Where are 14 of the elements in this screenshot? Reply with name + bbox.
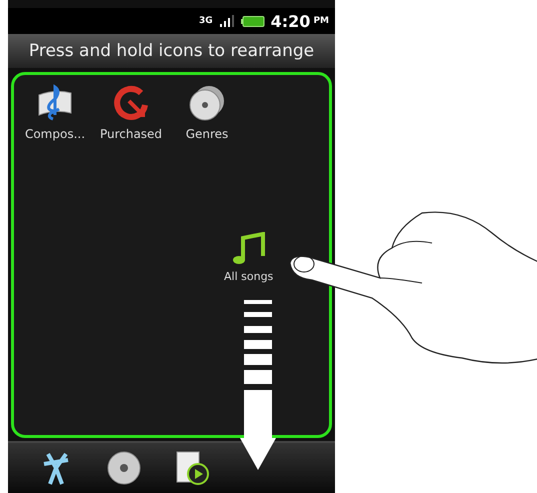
app-tile[interactable]: Purchased xyxy=(94,83,168,141)
circular-arrow-icon xyxy=(111,83,151,123)
disc-icon xyxy=(187,83,227,123)
app-tile[interactable]: Genres xyxy=(170,83,244,141)
clock-period: PM xyxy=(313,16,329,26)
screen-title: Press and hold icons to rearrange xyxy=(28,41,314,61)
network-indicator: 3G xyxy=(198,16,213,26)
signal-icon xyxy=(218,15,235,27)
battery-icon xyxy=(240,16,265,26)
clock-time: 4:20 xyxy=(270,12,310,30)
playlist-icon[interactable] xyxy=(174,450,210,486)
dragged-app-tile[interactable]: All songs xyxy=(224,232,274,283)
app-tile[interactable]: Compos... xyxy=(18,83,92,141)
disc-icon[interactable] xyxy=(106,450,142,486)
